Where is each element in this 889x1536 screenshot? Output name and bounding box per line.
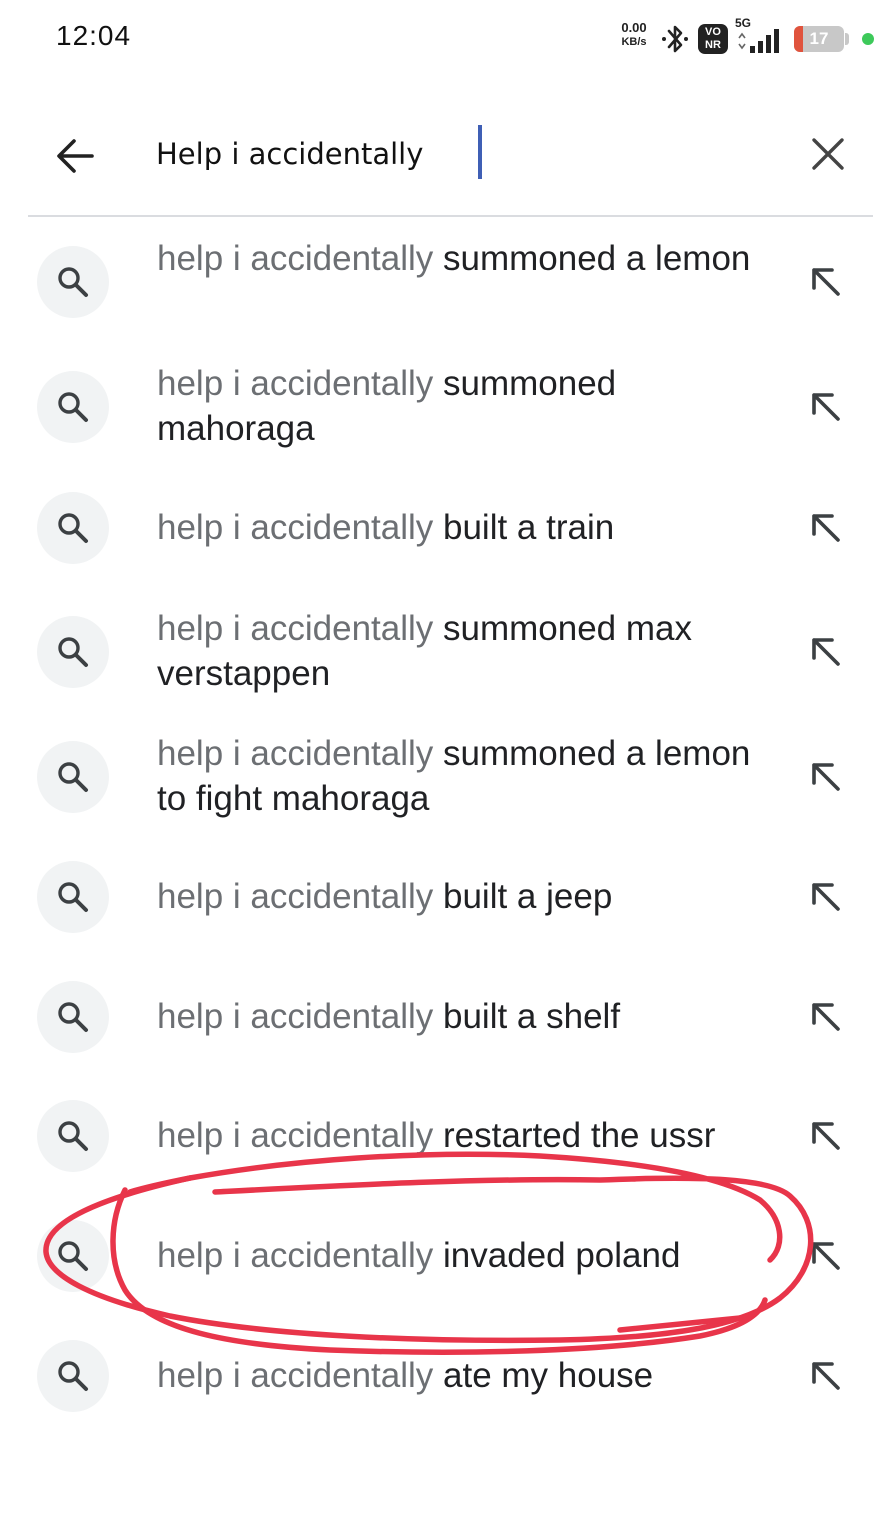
suggestion-item[interactable]: help i accidentally ate my house	[0, 1337, 889, 1415]
suggestion-item[interactable]: help i accidentally built a shelf	[0, 978, 889, 1056]
arrow-up-left-icon	[812, 763, 840, 791]
search-icon	[37, 1220, 109, 1292]
arrow-up-left-icon	[812, 883, 840, 911]
suggestion-query-part: help i accidentally	[157, 1236, 434, 1275]
search-icon	[37, 1340, 109, 1412]
arrow-up-left-icon	[812, 1003, 840, 1031]
suggestion-text: help i accidentally ate my house	[157, 1353, 757, 1398]
battery-tip	[845, 33, 849, 45]
suggestion-text: help i accidentally summoned a lemon to …	[157, 731, 757, 821]
arrow-up-left-icon	[812, 268, 840, 296]
suggestion-query-part: help i accidentally	[157, 1116, 434, 1155]
suggestion-completion-part: invaded poland	[433, 1236, 681, 1275]
suggestion-item[interactable]: help i accidentally summoned a lemon	[0, 232, 889, 332]
arrow-up-left-icon	[812, 393, 840, 421]
clear-search-button[interactable]	[800, 126, 856, 182]
privacy-indicator-dot	[862, 33, 874, 45]
suggestion-text: help i accidentally summoned a lemon	[157, 236, 757, 281]
signal-icon	[738, 29, 779, 53]
battery-percent: 17	[809, 29, 829, 48]
fill-query-button[interactable]	[800, 991, 852, 1043]
suggestion-completion-part: built a jeep	[433, 877, 613, 916]
fill-query-button[interactable]	[800, 256, 852, 308]
search-icon	[37, 616, 109, 688]
suggestion-item[interactable]: help i accidentally summoned max verstap…	[0, 602, 889, 702]
back-button[interactable]	[48, 128, 104, 184]
search-icon	[37, 246, 109, 318]
vonr-badge-line2: NR	[705, 39, 721, 51]
vonr-badge: VO NR	[698, 24, 728, 54]
arrow-up-left-icon	[812, 638, 840, 666]
close-icon	[812, 138, 844, 170]
network-speed-unit: KB/s	[621, 36, 647, 48]
arrow-up-left-icon	[812, 1242, 840, 1270]
suggestion-query-part: help i accidentally	[157, 1356, 434, 1395]
arrow-up-left-icon	[812, 1362, 840, 1390]
suggestion-item[interactable]: help i accidentally restarted the ussr	[0, 1097, 889, 1175]
suggestion-query-part: help i accidentally	[157, 508, 434, 547]
arrow-left-icon	[57, 139, 94, 173]
suggestion-query-part: help i accidentally	[157, 609, 434, 648]
suggestion-query-part: help i accidentally	[157, 364, 434, 403]
fill-query-button[interactable]	[800, 1230, 852, 1282]
fill-query-button[interactable]	[800, 502, 852, 554]
arrow-up-left-icon	[812, 514, 840, 542]
suggestion-completion-part: built a shelf	[433, 997, 621, 1036]
text-cursor	[478, 125, 482, 179]
fill-query-button[interactable]	[800, 1110, 852, 1162]
status-bar: 12:04 0.00 KB/s VO NR 5G 17	[0, 0, 889, 80]
suggestion-query-part: help i accidentally	[157, 997, 434, 1036]
bluetooth-icon	[662, 25, 688, 53]
suggestion-item[interactable]: help i accidentally summoned mahoraga	[0, 357, 889, 457]
status-time: 12:04	[56, 20, 132, 51]
suggestion-completion-part: ate my house	[433, 1356, 654, 1395]
fill-query-button[interactable]	[800, 381, 852, 433]
battery-icon: 17	[794, 26, 844, 52]
fill-query-button[interactable]	[800, 626, 852, 678]
search-icon	[37, 492, 109, 564]
arrow-up-left-icon	[812, 1122, 840, 1150]
suggestion-item[interactable]: help i accidentally built a jeep	[0, 858, 889, 936]
suggestion-text: help i accidentally built a jeep	[157, 874, 757, 919]
search-header	[0, 100, 889, 216]
suggestion-text: help i accidentally invaded poland	[157, 1233, 757, 1278]
suggestion-item[interactable]: help i accidentally summoned a lemon to …	[0, 727, 889, 827]
vonr-badge-line1: VO	[705, 26, 721, 38]
network-speed: 0.00 KB/s	[612, 20, 656, 50]
suggestion-item[interactable]: help i accidentally built a train	[0, 489, 889, 567]
suggestion-query-part: help i accidentally	[157, 239, 434, 278]
search-icon	[37, 1100, 109, 1172]
suggestion-completion-part: built a train	[433, 508, 615, 547]
header-divider	[28, 215, 873, 217]
suggestion-query-part: help i accidentally	[157, 734, 434, 773]
suggestion-query-part: help i accidentally	[157, 877, 434, 916]
suggestion-text: help i accidentally restarted the ussr	[157, 1113, 757, 1158]
search-icon	[37, 861, 109, 933]
suggestion-text: help i accidentally built a shelf	[157, 994, 757, 1039]
search-icon	[37, 981, 109, 1053]
fill-query-button[interactable]	[800, 1350, 852, 1402]
network-speed-value: 0.00	[621, 20, 647, 35]
suggestion-text: help i accidentally summoned mahoraga	[157, 361, 757, 451]
fill-query-button[interactable]	[800, 751, 852, 803]
suggestion-text: help i accidentally summoned max verstap…	[157, 606, 757, 696]
suggestion-text: help i accidentally built a train	[157, 505, 757, 550]
search-icon	[37, 371, 109, 443]
suggestion-completion-part: restarted the ussr	[433, 1116, 716, 1155]
fill-query-button[interactable]	[800, 871, 852, 923]
suggestion-completion-part: summoned a lemon	[433, 239, 751, 278]
search-icon	[37, 741, 109, 813]
search-input[interactable]	[156, 126, 756, 182]
suggestion-item[interactable]: help i accidentally invaded poland	[0, 1217, 889, 1295]
search-screen: 12:04 0.00 KB/s VO NR 5G 17 Help i accid…	[0, 0, 889, 1536]
